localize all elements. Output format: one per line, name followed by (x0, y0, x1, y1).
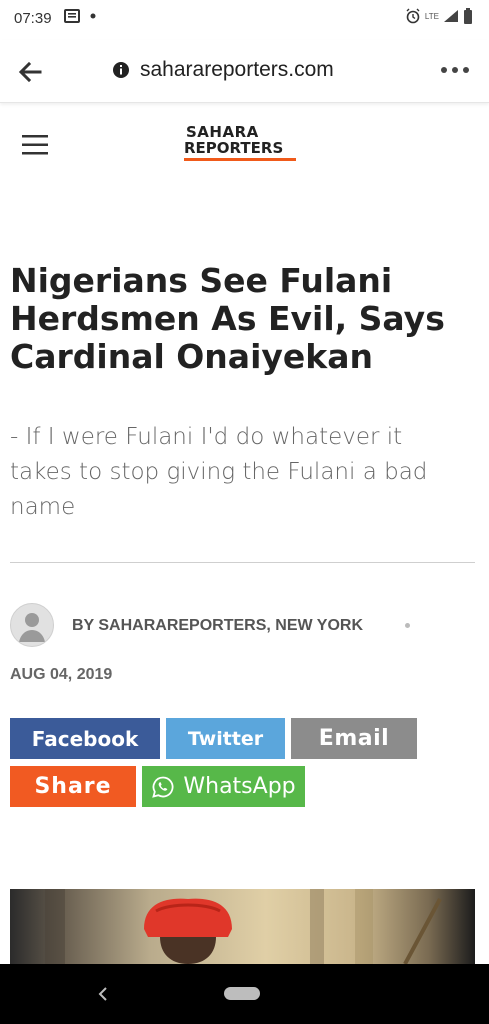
status-time: 07:39 (14, 10, 52, 27)
logo-accent-bar (184, 158, 296, 161)
battery-icon (464, 8, 472, 24)
twitter-share-button[interactable]: Twitter (166, 718, 285, 759)
whatsapp-label: WhatsApp (183, 774, 296, 799)
share-label: Share (34, 774, 112, 799)
facebook-label: Facebook (31, 726, 139, 751)
author-avatar (10, 603, 54, 647)
signal-label: LTE (424, 11, 439, 21)
byline-separator-dot (405, 623, 410, 628)
whatsapp-share-button[interactable]: WhatsApp (142, 766, 305, 807)
url-field[interactable]: saharareporters.com (112, 58, 334, 82)
browser-address-bar: saharareporters.com (0, 40, 489, 103)
nav-home-pill[interactable] (224, 987, 260, 1000)
email-label: Email (318, 726, 390, 751)
system-navigation-bar (0, 964, 489, 1024)
cardinal-photo (10, 889, 475, 964)
article-image (10, 889, 475, 964)
email-share-button[interactable]: Email (291, 718, 417, 759)
hamburger-menu-icon[interactable] (22, 134, 48, 156)
avatar-placeholder-icon (19, 613, 45, 642)
info-icon[interactable] (112, 61, 130, 79)
share-button[interactable]: Share (10, 766, 136, 807)
alarm-icon (406, 8, 420, 24)
article-subtitle: - If I were Fulani I'd do whatever it ta… (10, 424, 428, 520)
divider (10, 562, 475, 563)
article-byline[interactable]: BY SAHARAREPORTERS, NEW YORK (72, 617, 363, 635)
logo-bottom-text: REPORTERS (184, 139, 284, 157)
facebook-share-button[interactable]: Facebook (10, 718, 160, 759)
nav-back-icon[interactable] (96, 984, 110, 1004)
article-date: AUG 04, 2019 (10, 666, 113, 683)
message-notification-icon (64, 9, 80, 23)
site-logo[interactable]: SAHARA REPORTERS (184, 124, 304, 161)
dot-notification-icon (90, 13, 96, 19)
notification-icons (64, 9, 96, 23)
twitter-label: Twitter (187, 727, 264, 750)
status-bar: 07:39 LTE (0, 0, 489, 40)
status-right-icons: LTE (405, 8, 473, 24)
url-text[interactable]: saharareporters.com (140, 58, 334, 82)
logo-top-text: SAHARA (186, 123, 259, 141)
more-options-icon[interactable] (439, 60, 471, 80)
back-arrow-icon[interactable] (16, 58, 44, 86)
signal-icon (444, 10, 458, 22)
article-title: Nigerians See Fulani Herdsmen As Evil, S… (10, 261, 445, 376)
whatsapp-icon (152, 776, 174, 798)
site-header: SAHARA REPORTERS (0, 104, 489, 184)
